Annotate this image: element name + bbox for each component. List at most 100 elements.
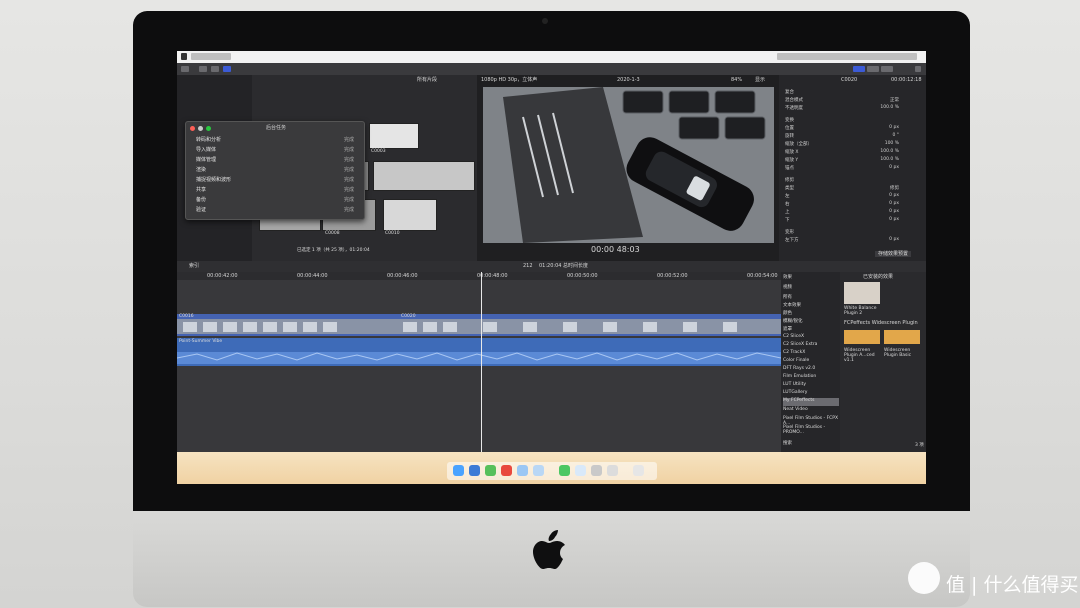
fx-category[interactable]: C2 TrackX bbox=[783, 350, 839, 358]
index-button[interactable]: 索引 bbox=[189, 263, 199, 269]
fx-category[interactable]: 遮罩 bbox=[783, 326, 839, 334]
menu-items[interactable] bbox=[191, 53, 231, 60]
clip-duration: 00:00:12:18 bbox=[891, 77, 922, 83]
effect-group: FCPeffects Widescreen Plugin bbox=[844, 320, 918, 326]
inspector-row[interactable]: 变换 bbox=[785, 117, 921, 125]
fx-category[interactable]: Pixel Film Studios - PROMO... bbox=[783, 425, 839, 435]
viewer-pane: 1080p HD 30p，立体声 2020-1-3 84% 显示 00:00 4… bbox=[477, 75, 779, 261]
playhead[interactable] bbox=[481, 272, 482, 452]
layout-button-1[interactable] bbox=[853, 66, 865, 72]
finder-icon[interactable] bbox=[453, 465, 464, 476]
audio-clip[interactable]: Point-Summer Vibe bbox=[177, 338, 782, 366]
thumbnail-c0003[interactable] bbox=[369, 123, 419, 149]
fx-category[interactable]: Pixel Film Studios - FCPX A... bbox=[783, 416, 839, 426]
fx-category[interactable]: 模糊/锐化 bbox=[783, 318, 839, 326]
fx-category[interactable]: C2 SliceX bbox=[783, 334, 839, 342]
app-icon[interactable] bbox=[533, 465, 544, 476]
inspector-row[interactable]: 上0 px bbox=[785, 209, 921, 217]
safari-icon[interactable] bbox=[469, 465, 480, 476]
layout-button-3[interactable] bbox=[881, 66, 893, 72]
thumbnail-label: C0008 bbox=[325, 231, 340, 236]
display-menu[interactable]: 显示 bbox=[755, 77, 765, 83]
inspector-row[interactable]: 修剪 bbox=[785, 177, 921, 185]
inspector-row[interactable]: 复合 bbox=[785, 89, 921, 97]
browser-pane: r32 所有片段 C0003 C0005 C0006 C0008 C0010 已… bbox=[177, 75, 477, 261]
fx-category[interactable]: Film Emulation bbox=[783, 374, 839, 382]
effect-name: Widescreen Plugin Basic bbox=[884, 348, 912, 358]
keys-button[interactable] bbox=[211, 66, 219, 72]
effect-thumb-widescreen-a[interactable] bbox=[844, 330, 880, 344]
installed-effects-header: 已安装的效果 bbox=[863, 274, 894, 280]
music-icon[interactable] bbox=[501, 465, 512, 476]
layout-button-2[interactable] bbox=[867, 66, 879, 72]
close-icon[interactable] bbox=[190, 126, 195, 131]
search-field[interactable]: 搜索 bbox=[783, 440, 839, 448]
thumbnail-strip[interactable] bbox=[373, 161, 475, 191]
watermark-logo-icon bbox=[908, 562, 940, 594]
share-icon[interactable] bbox=[915, 66, 921, 72]
zoom-icon[interactable] bbox=[206, 126, 211, 131]
clip-name: C0020 bbox=[841, 77, 858, 83]
fx-category[interactable]: DFT Rays v2.0 bbox=[783, 366, 839, 374]
timeline-ruler[interactable]: 00:00:42:00 00:00:44:00 00:00:46:00 00:0… bbox=[177, 272, 781, 280]
inspector-row[interactable]: 位置 0 px bbox=[785, 125, 921, 133]
app-icon[interactable] bbox=[575, 465, 586, 476]
fx-category-selected[interactable]: My FCPeffects bbox=[783, 398, 839, 406]
fx-category[interactable]: 视频 bbox=[783, 284, 839, 292]
status-icons[interactable] bbox=[777, 53, 917, 60]
import-button[interactable] bbox=[181, 66, 189, 72]
effect-count: 3 项 bbox=[915, 443, 924, 448]
inspector-row[interactable]: 类型 修剪 bbox=[785, 185, 921, 193]
inspector-row[interactable]: 左0 px bbox=[785, 193, 921, 201]
inspector-row[interactable]: 混合模式 正常 bbox=[785, 97, 921, 105]
inspector-row[interactable]: 缩放 X 100.0 % bbox=[785, 149, 921, 157]
timeline-toolbar: 索引 212 01:20:04 总时间长度 bbox=[177, 261, 926, 272]
effects-browser: 效果 视频 所有 文本效果 颜色 模糊/锐化 遮罩 C2 SliceX C2 S… bbox=[781, 272, 926, 452]
fx-category[interactable]: 文本效果 bbox=[783, 302, 839, 310]
preview-icon[interactable] bbox=[517, 465, 528, 476]
chrome-icon[interactable] bbox=[485, 465, 496, 476]
inspector-row[interactable]: 缩放（全部） 100 % bbox=[785, 141, 921, 149]
imac-chin bbox=[133, 511, 970, 607]
zoom-level[interactable]: 84% bbox=[731, 77, 742, 83]
video-clips[interactable]: C0016 C0020 bbox=[177, 314, 781, 336]
save-preset-button[interactable]: 存储效果预置 bbox=[875, 251, 912, 257]
clip-label: C0020 bbox=[401, 314, 416, 319]
inspector-row[interactable]: 变形 bbox=[785, 229, 921, 237]
effect-thumb-widescreen-basic[interactable] bbox=[884, 330, 920, 344]
effect-name: Widescreen Plugin A...ced v1.1 bbox=[844, 348, 875, 363]
effect-name: White Balance Plugin 2 bbox=[844, 306, 877, 316]
effect-thumb-white-balance[interactable] bbox=[844, 282, 880, 304]
timeline[interactable]: 00:00:42:00 00:00:44:00 00:00:46:00 00:0… bbox=[177, 272, 782, 452]
ruler-tick: 00:00:46:00 bbox=[387, 273, 418, 279]
inspector-row[interactable]: 右0 px bbox=[785, 201, 921, 209]
timeline-count: 212 bbox=[523, 263, 533, 269]
inspector-row[interactable]: 下0 px bbox=[785, 217, 921, 225]
app-icon[interactable] bbox=[591, 465, 602, 476]
ruler-tick: 00:00:50:00 bbox=[567, 273, 598, 279]
inspector-row[interactable]: 左下方 0 px bbox=[785, 237, 921, 245]
fx-category[interactable]: 所有 bbox=[783, 294, 839, 302]
fx-category[interactable]: Color Finale bbox=[783, 358, 839, 366]
apple-menu-icon[interactable] bbox=[181, 53, 187, 60]
filter-label[interactable]: 所有片段 bbox=[417, 77, 437, 83]
inspector-row[interactable]: 旋转 0 ° bbox=[785, 133, 921, 141]
inspector-row[interactable]: 缩放 Y 100.0 % bbox=[785, 157, 921, 165]
fx-category[interactable]: LUT Utility bbox=[783, 382, 839, 390]
wechat-icon[interactable] bbox=[559, 465, 570, 476]
fx-category[interactable]: Neat Video bbox=[783, 407, 839, 415]
minimize-icon[interactable] bbox=[198, 126, 203, 131]
fx-category[interactable]: LUTGallery bbox=[783, 390, 839, 398]
trash-icon[interactable] bbox=[633, 465, 644, 476]
keyword-button[interactable] bbox=[199, 66, 207, 72]
camera bbox=[542, 18, 548, 24]
background-tasks-button[interactable] bbox=[223, 66, 231, 72]
task-row: 渲染 完成 bbox=[196, 167, 354, 173]
task-row: 验证 完成 bbox=[196, 207, 354, 213]
fx-category[interactable]: C2 SliceX Extra bbox=[783, 342, 839, 350]
thumbnail-c0010[interactable] bbox=[383, 199, 437, 231]
inspector-row[interactable]: 锚点 0 px bbox=[785, 165, 921, 173]
inspector-row[interactable]: 不透明度 100.0 % bbox=[785, 105, 921, 113]
fx-category[interactable]: 颜色 bbox=[783, 310, 839, 318]
app-icon[interactable] bbox=[607, 465, 618, 476]
